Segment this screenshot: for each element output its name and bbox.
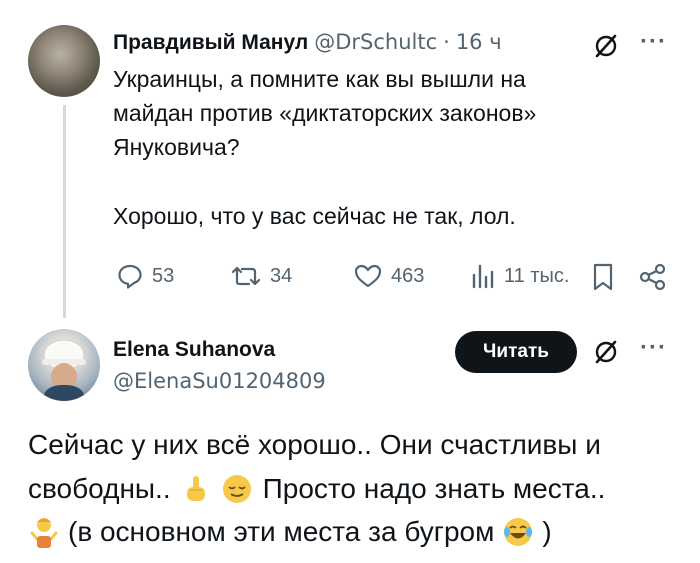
text-segment: свободны..	[28, 473, 171, 504]
more-icon[interactable]: ···	[640, 334, 667, 362]
avatar[interactable]	[28, 329, 100, 401]
tweet-text-line: свободны.. Просто надо знать места..	[28, 467, 605, 511]
repost-count: 34	[270, 264, 293, 287]
views-button[interactable]: 11 тыс.	[470, 262, 569, 290]
tweet-text-line: Хорошо, что у вас сейчас не так, лол.	[113, 203, 516, 229]
author-handle[interactable]: @ElenaSu01204809	[113, 369, 326, 393]
reply-button[interactable]: 53	[116, 262, 174, 290]
grok-icon[interactable]	[592, 32, 620, 60]
author-name[interactable]: Elena Suhanova	[113, 338, 275, 362]
heart-icon	[353, 262, 383, 290]
tweet-text-line: Сейчас у них всё хорошо.. Они счастливы …	[28, 429, 601, 460]
separator-dot: ·	[443, 30, 450, 54]
text-segment: Просто надо знать места..	[262, 473, 606, 504]
follow-button[interactable]: Читать	[455, 331, 577, 373]
share-icon[interactable]	[638, 262, 668, 292]
repost-icon	[230, 262, 262, 290]
views-count: 11 тыс.	[504, 264, 570, 287]
tweet-text-line: Януковича?	[113, 134, 240, 160]
tweet-header: Правдивый Манул @DrSchultc · 16 ч	[113, 30, 502, 55]
tweet-text-line: майдан против «диктаторских законов»	[113, 100, 537, 126]
like-count: 463	[391, 264, 425, 287]
views-icon	[470, 262, 496, 290]
tears-of-joy-emoji	[502, 516, 534, 548]
more-icon[interactable]: ···	[640, 28, 667, 56]
bookmark-icon[interactable]	[590, 262, 616, 292]
reply-count: 53	[152, 264, 175, 287]
pointing-up-emoji	[181, 473, 211, 505]
relieved-face-emoji	[221, 473, 253, 505]
tweet-text-line: (в основном эти места за бугром )	[28, 510, 552, 554]
tweet-text-line: Украинцы, а помните как вы вышли на	[113, 66, 526, 92]
reply-icon	[116, 262, 144, 290]
text-segment: (в основном эти места за бугром	[68, 516, 495, 547]
avatar-illustration	[42, 339, 86, 401]
author-name[interactable]: Правдивый Манул	[113, 31, 308, 55]
person-shrugging-emoji	[28, 515, 60, 549]
grok-icon[interactable]	[592, 338, 620, 366]
repost-button[interactable]: 34	[230, 262, 292, 290]
avatar[interactable]	[28, 25, 100, 97]
like-button[interactable]: 463	[353, 262, 424, 290]
author-handle[interactable]: @DrSchultc	[314, 30, 437, 54]
timestamp[interactable]: 16 ч	[456, 30, 502, 54]
text-segment: )	[542, 516, 552, 547]
thread-connector	[63, 105, 66, 318]
